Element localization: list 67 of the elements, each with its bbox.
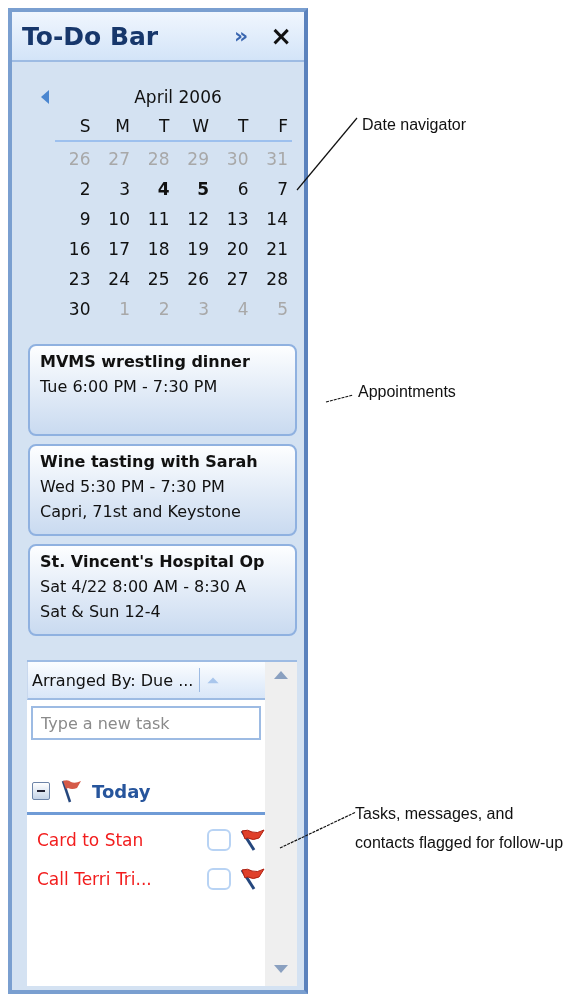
appointment-detail: Capri, 71st and Keystone: [40, 501, 241, 523]
calendar-day[interactable]: 19: [173, 234, 213, 264]
leader-line: [325, 394, 354, 403]
task-checkbox[interactable]: [207, 867, 231, 890]
follow-up-flag-icon[interactable]: [239, 828, 265, 851]
appointment-title: Wine tasting with Sarah: [40, 451, 258, 473]
appointment-title: St. Vincent's Hospital Op: [40, 551, 265, 573]
calendar-day[interactable]: 21: [252, 234, 292, 264]
arrange-by-label: Arranged By: Due ...: [32, 670, 194, 690]
appointment-card[interactable]: St. Vincent's Hospital Op Sat 4/22 8:00 AM - 8:30 A Sat & Sun 12-4: [28, 544, 297, 636]
calendar-day[interactable]: 9: [55, 204, 95, 234]
calendar-day[interactable]: 11: [134, 204, 174, 234]
weekday-label: S: [78, 115, 92, 138]
appointment-detail: Sat & Sun 12-4: [40, 601, 161, 623]
task-name[interactable]: Call Terri Tri...: [37, 868, 207, 889]
calendar-day[interactable]: 5: [173, 174, 213, 204]
task-checkbox[interactable]: [207, 828, 231, 851]
weekday-label: T: [158, 115, 171, 138]
calendar-day[interactable]: 30: [55, 294, 95, 324]
flag-icon: [60, 779, 82, 803]
calendar-day[interactable]: 17: [94, 234, 134, 264]
weekday-label: W: [191, 115, 210, 138]
scrollbar[interactable]: [265, 662, 297, 986]
calendar-day[interactable]: 28: [252, 264, 292, 294]
calendar-day[interactable]: 26: [173, 264, 213, 294]
expand-button[interactable]: »: [234, 25, 249, 47]
calendar-day[interactable]: 27: [213, 264, 253, 294]
appointment-detail: Sat 4/22 8:00 AM - 8:30 A: [40, 576, 246, 598]
calendar-day[interactable]: 7: [252, 174, 292, 204]
callout-label: Date navigator: [362, 115, 467, 135]
group-label: Today: [92, 780, 151, 802]
previous-month-button[interactable]: [40, 89, 50, 105]
weekday-label: M: [114, 115, 131, 138]
calendar-day[interactable]: 14: [252, 204, 292, 234]
scroll-down-icon[interactable]: [273, 964, 289, 974]
task-name[interactable]: Card to Stan: [37, 829, 207, 850]
calendar-day[interactable]: 10: [94, 204, 134, 234]
appointment-title: MVMS wrestling dinner: [40, 351, 250, 373]
arrange-by-header[interactable]: Arranged By: Due ...: [27, 662, 265, 700]
scroll-up-icon[interactable]: [273, 670, 289, 680]
calendar-day[interactable]: 18: [134, 234, 174, 264]
calendar-day[interactable]: 20: [213, 234, 253, 264]
calendar-day[interactable]: 3: [94, 174, 134, 204]
appointment-card[interactable]: MVMS wrestling dinner Tue 6:00 PM - 7:30 PM: [28, 344, 297, 436]
sort-arrow-icon: [206, 676, 221, 684]
calendar-day[interactable]: 13: [213, 204, 253, 234]
appointment-detail: Wed 5:30 PM - 7:30 PM: [40, 476, 225, 498]
weekday-label: T: [237, 115, 250, 138]
callout-label: Tasks, messages, and contacts flagged for follow-up: [355, 804, 565, 853]
calendar-day[interactable]: 6: [213, 174, 253, 204]
calendar-day[interactable]: 16: [55, 234, 95, 264]
calendar-day[interactable]: 25: [134, 264, 174, 294]
calendar-day[interactable]: 4: [134, 174, 174, 204]
new-task-field[interactable]: Type a new task: [31, 706, 261, 740]
calendar-day[interactable]: 12: [173, 204, 213, 234]
callout-label: Appointments: [358, 382, 456, 402]
pane-title: To-Do Bar: [22, 21, 160, 51]
month-title: April 2006: [133, 87, 223, 107]
collapse-icon[interactable]: [32, 782, 50, 800]
appointment-card[interactable]: Wine tasting with Sarah Wed 5:30 PM - 7:30 PM Capri, 71st and Keystone: [28, 444, 297, 536]
appointment-detail: Tue 6:00 PM - 7:30 PM: [40, 376, 218, 398]
follow-up-flag-icon[interactable]: [239, 867, 265, 890]
calendar-day[interactable]: 2: [55, 174, 95, 204]
calendar-day[interactable]: 23: [55, 264, 95, 294]
close-button[interactable]: ×: [270, 23, 292, 49]
calendar-day[interactable]: 24: [94, 264, 134, 294]
weekday-label: F: [277, 115, 289, 138]
